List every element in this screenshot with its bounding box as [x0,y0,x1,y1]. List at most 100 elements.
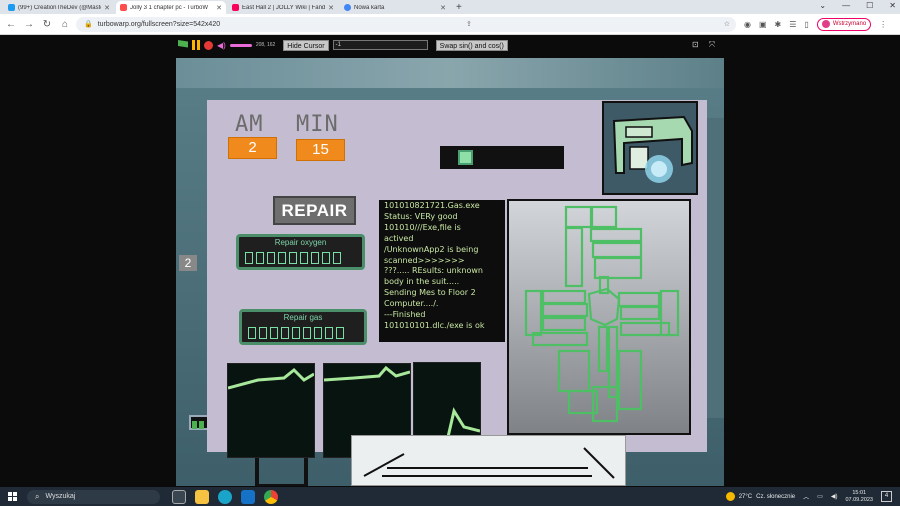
terminal-line: scanned>>>>>>> [384,255,465,265]
repair-oxygen-label: Repair oxygen [274,238,327,247]
network-icon[interactable]: ▭ [817,493,823,500]
tab-search-icon[interactable]: ⌄ [819,1,826,10]
gas-bar [336,327,344,339]
close-tab-icon[interactable]: ✕ [216,4,222,12]
gas-bar [259,327,267,339]
home-icon[interactable]: ⌂ [58,19,72,30]
profile-label: Wstrzymano [832,21,867,27]
tab-fandom[interactable]: East Hall 2 | JOLLY Wiki | Fandom ✕ [228,1,338,14]
puzzle-icon[interactable]: ✱ [775,20,782,29]
mail-icon[interactable] [241,489,255,504]
terminal-line: ???..... REsults: unknown [384,266,483,276]
oxygen-bar [311,252,319,264]
gas-bar [270,327,278,339]
green-indicator-bars [192,421,204,429]
windows-start-icon[interactable] [8,492,17,501]
game-stage[interactable]: 2 AM 2 MIN 15 REPAIR Repair oxygen Repai… [176,58,724,486]
minimize-icon[interactable]: — [842,1,850,10]
url-text: turbowarp.org/fullscreen?size=542x420 [97,20,221,28]
control-panel: AM 2 MIN 15 REPAIR Repair oxygen Repair … [207,100,707,458]
new-tab-button[interactable]: + [456,2,462,14]
volume-slider[interactable] [229,43,252,47]
profile-button[interactable]: Wstrzymano [816,17,872,31]
sun-icon [725,492,735,501]
min-label: MIN [296,112,339,137]
notification-badge[interactable]: 4 [881,491,892,502]
menu-icon[interactable]: ⋮ [879,20,887,29]
oxygen-bar [289,252,297,264]
forward-icon[interactable]: → [22,19,36,30]
facility-map-drawing [524,205,680,423]
side-number: 2 [179,255,197,271]
repair-gas-label: Repair gas [283,313,323,322]
edge-icon[interactable] [218,489,232,504]
fandom-favicon-icon [232,4,239,11]
oxygen-bar [278,252,286,264]
taskbar: ⌕ Wyszukaj 27°C Cz. słonecznie ︿ ▭ ◀) 15… [0,487,900,506]
stop-icon[interactable] [204,40,213,50]
status-indicator-block [458,150,473,165]
chrome-icon[interactable] [264,489,278,504]
reload-icon[interactable]: ↻ [40,19,54,30]
desk-console-lines [363,447,615,479]
green-flag-icon[interactable] [178,40,188,48]
oxygen-bar [256,252,264,264]
file-explorer-icon[interactable] [195,489,209,504]
taskbar-search[interactable]: ⌕ Wyszukaj [27,489,160,504]
terminal-line: Status: VERy good [384,211,458,221]
tab-new[interactable]: Nowa karta ✕ [340,1,450,14]
pause-icon[interactable] [192,40,200,50]
task-view-icon[interactable] [172,489,186,504]
desk-console [351,435,626,486]
gas-bar [248,327,256,339]
close-tab-icon[interactable]: ✕ [328,4,334,12]
gas-bars [248,327,344,339]
lock-icon[interactable]: 🔒 [84,20,93,28]
hide-cursor-button[interactable]: Hide Cursor [283,39,329,51]
sidebar-icon[interactable]: ▯ [804,20,808,29]
page: ◀) 208, 162 Hide Cursor -1 Swap sin() an… [0,35,900,487]
close-tab-icon[interactable]: ✕ [440,4,446,12]
value-input[interactable]: -1 [332,40,428,50]
clock-date: 07.09.2023 [845,496,873,503]
repair-button[interactable]: REPAIR [273,196,356,225]
close-window-icon[interactable]: ✕ [889,1,896,10]
terminal-line: 101010101.dlc./exe is ok [384,320,485,330]
repair-oxygen-meter[interactable]: Repair oxygen [236,234,365,270]
mastodon-favicon-icon [8,4,15,11]
reading-list-icon[interactable]: ☰ [789,20,796,29]
bookmark-star-icon[interactable]: ☆ [724,20,730,28]
share-icon[interactable]: ⇪ [466,20,472,28]
gas-bar [303,327,311,339]
am-value: 2 [228,137,277,159]
tray-chevron-icon[interactable]: ︿ [803,492,809,501]
sensor-graph-1-line [227,367,315,390]
clock[interactable]: 15:01 07.09.2023 [845,490,873,504]
terminal-line: /UnknownApp2 is being [384,244,479,254]
system-tray: 27°C Cz. słonecznie ︿ ▭ ◀) 15:01 07.09.2… [725,490,900,504]
screenshot-icon[interactable]: ⊡ [692,40,699,50]
tab-title: East Hall 2 | JOLLY Wiki | Fandom [242,4,326,11]
back-icon[interactable]: ← [4,19,18,30]
gas-bar [314,327,322,339]
temperature: 27°C [738,493,753,500]
weather-widget[interactable]: 27°C Cz. słonecznie [725,492,795,501]
close-tab-icon[interactable]: ✕ [104,4,110,12]
tab-mastodon[interactable]: (99+) CreationTheDev (@Mastod ✕ [4,1,114,14]
exit-fullscreen-icon[interactable]: ⤧ [709,40,715,50]
maximize-icon[interactable]: ☐ [866,1,873,10]
repair-gas-meter[interactable]: Repair gas [239,309,367,345]
fullscreen-controls: ⊡ ⤧ [692,40,715,50]
tab-title: (99+) CreationTheDev (@Mastod [18,4,102,11]
address-bar[interactable]: 🔒 turbowarp.org/fullscreen?size=542x420 … [76,16,736,32]
green-indicator [189,415,209,430]
navigation-bar: ← → ↻ ⌂ 🔒 turbowarp.org/fullscreen?size=… [0,14,900,35]
tab-turbowarp[interactable]: Jolly 3 1 chapter pc - TurboW ✕ [116,1,226,14]
extension-icon[interactable]: ▣ [759,20,767,29]
camera-icon[interactable]: ◉ [744,20,751,29]
oxygen-bar [333,252,341,264]
speaker-icon[interactable]: ◀) [831,493,838,500]
turbowarp-controls: ◀) 208, 162 Hide Cursor -1 Swap sin() an… [178,38,724,52]
volume-icon[interactable]: ◀) [217,41,226,50]
swap-sin-cos-button[interactable]: Swap sin() and cos() [435,39,508,51]
